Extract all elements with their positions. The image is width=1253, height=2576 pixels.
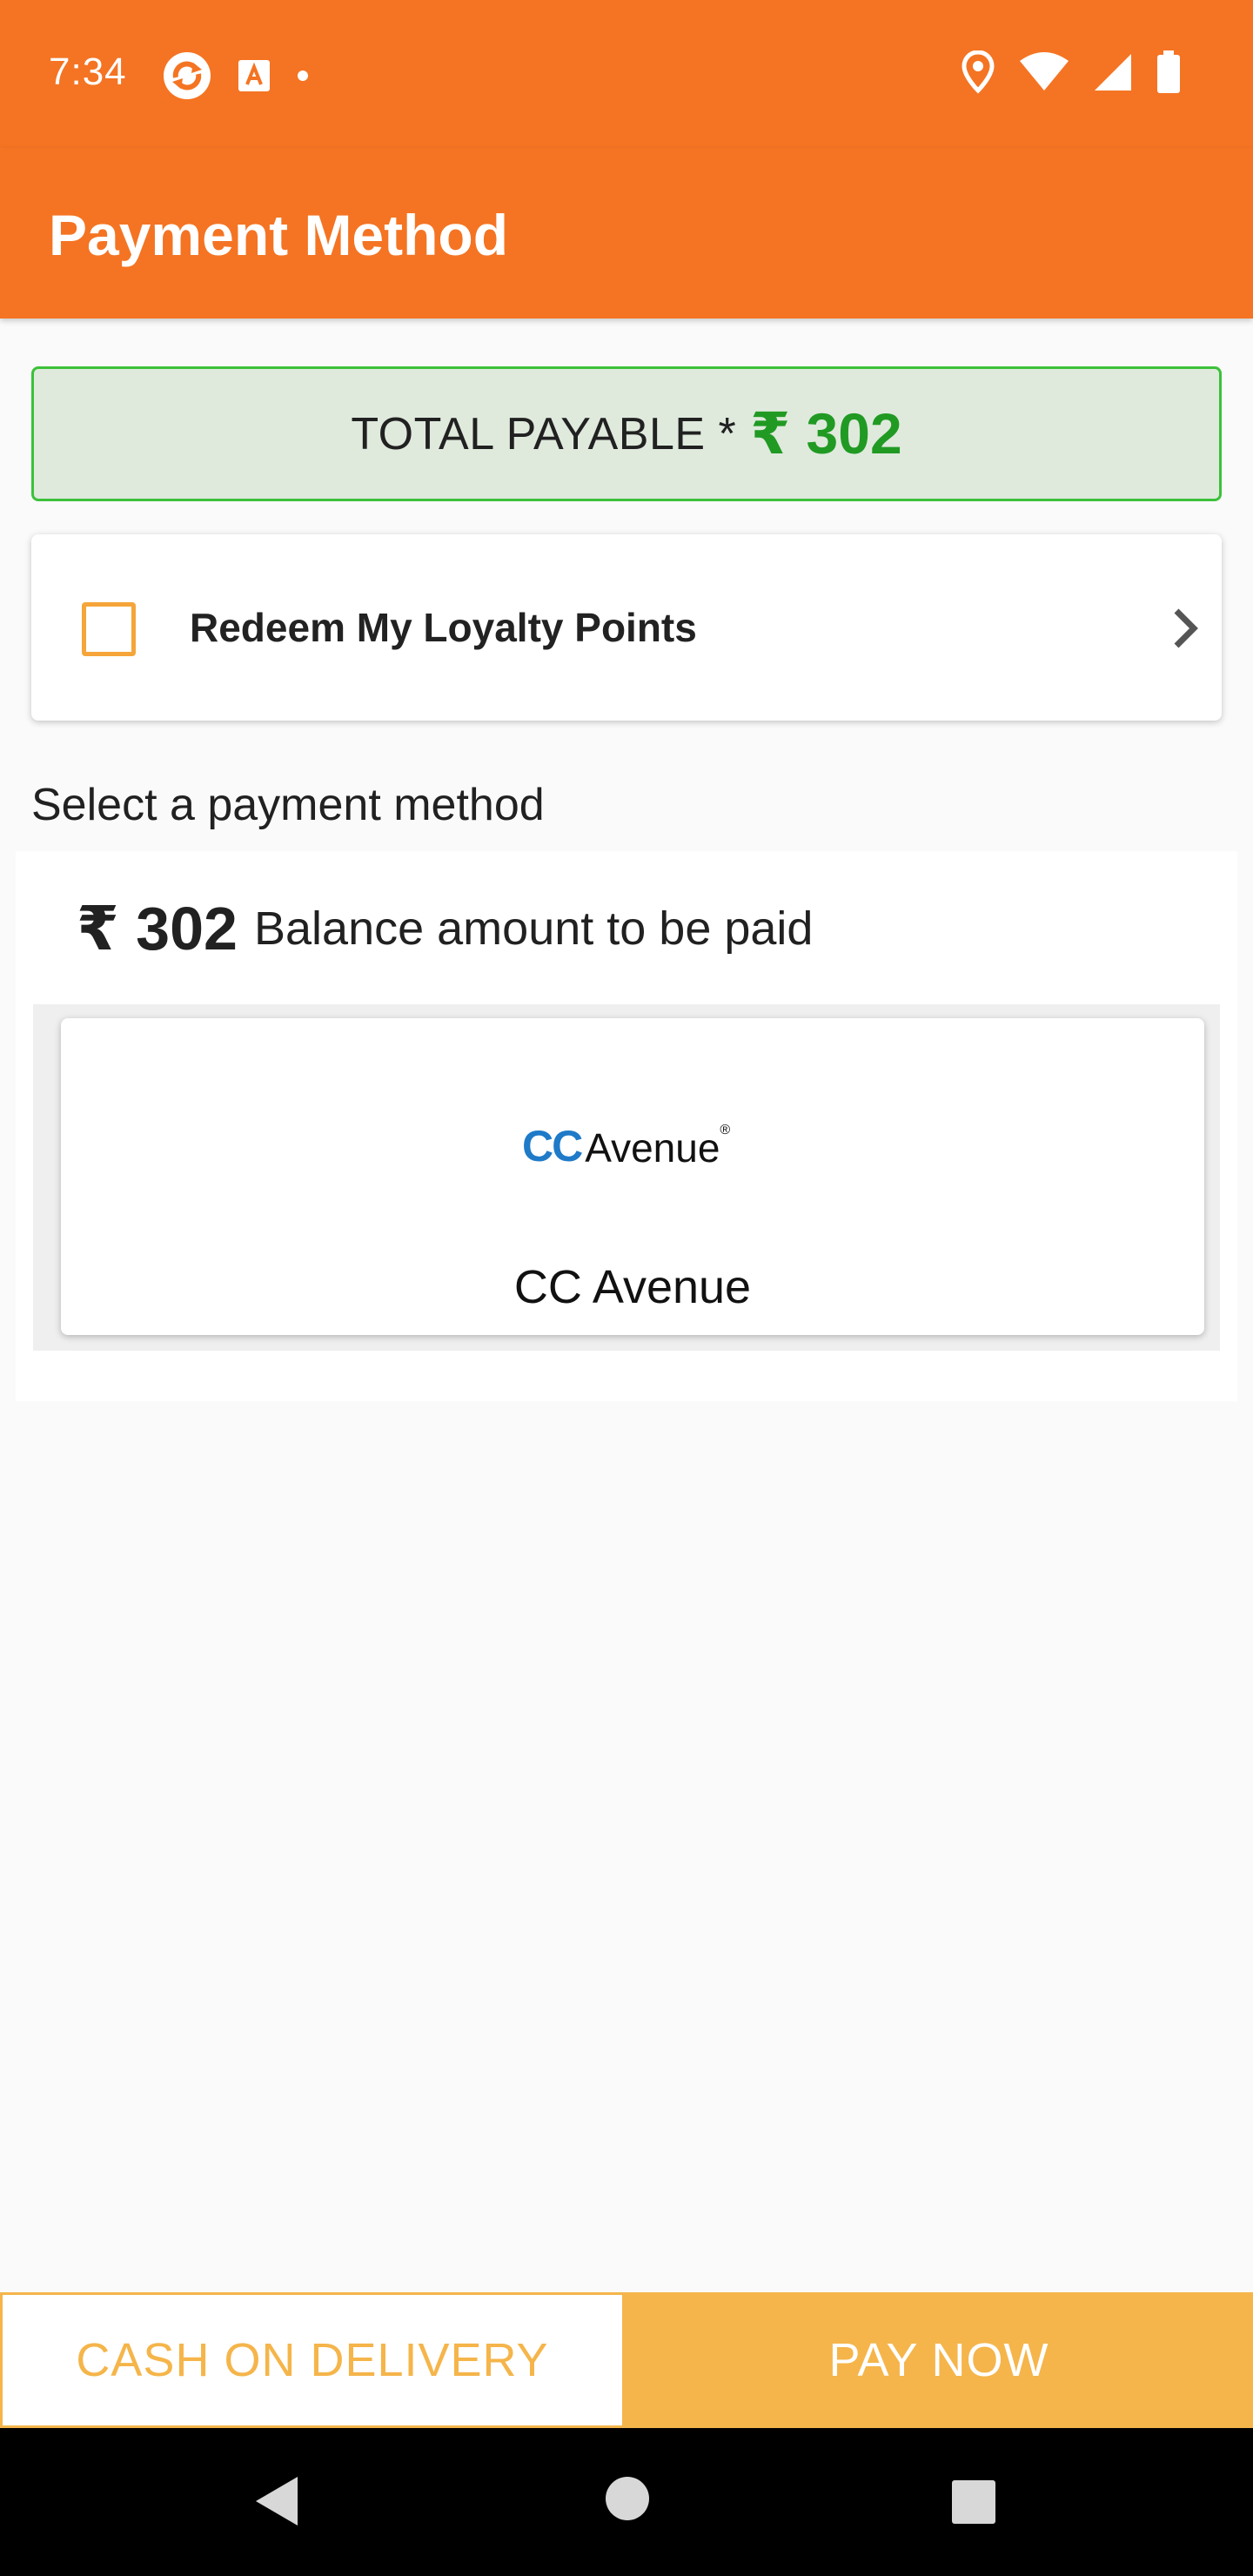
payment-methods-list: CC Avenue ® CC Avenue — [33, 1004, 1220, 1351]
home-icon[interactable] — [604, 2475, 651, 2526]
loyalty-label: Redeem My Loyalty Points — [190, 605, 697, 650]
wifi-icon — [1018, 52, 1070, 97]
cc-avenue-label: CC Avenue — [513, 1261, 752, 1313]
app-bar: Payment Method — [0, 148, 1253, 319]
cc-avenue-option[interactable]: CC Avenue ® CC Avenue — [61, 1018, 1204, 1335]
payment-panel: ₹ 302 Balance amount to be paid CC Avenu… — [16, 851, 1237, 1401]
status-bar: 7:34 — [0, 0, 1253, 148]
total-payable-box: TOTAL PAYABLE * ₹ 302 — [31, 366, 1222, 501]
total-payable-amount: ₹ 302 — [750, 401, 902, 466]
status-icons-right — [961, 50, 1182, 98]
translate-icon — [237, 58, 271, 97]
signal-icon — [1093, 52, 1133, 97]
sync-icon — [162, 50, 212, 105]
status-icons-left — [162, 50, 310, 105]
location-icon — [961, 50, 995, 98]
redeem-loyalty-card[interactable]: Redeem My Loyalty Points — [31, 534, 1222, 721]
back-icon[interactable] — [252, 2473, 301, 2533]
select-payment-label: Select a payment method — [31, 780, 545, 830]
battery-icon — [1156, 50, 1182, 98]
status-time: 7:34 — [49, 50, 127, 93]
cash-on-delivery-button[interactable]: CASH ON DELIVERY — [0, 2292, 625, 2428]
balance-amount: ₹ 302 — [77, 895, 238, 963]
recents-icon[interactable] — [950, 2479, 997, 2530]
loyalty-checkbox[interactable] — [82, 602, 136, 656]
page-title: Payment Method — [49, 203, 509, 267]
system-nav-bar — [0, 2428, 1253, 2576]
pay-now-button[interactable]: PAY NOW — [625, 2292, 1253, 2428]
total-payable-label: TOTAL PAYABLE * — [351, 408, 737, 460]
balance-text: Balance amount to be paid — [254, 902, 814, 955]
cc-avenue-logo: CC Avenue ® — [522, 1122, 731, 1171]
dot-icon — [296, 69, 310, 87]
chevron-right-icon — [1169, 604, 1201, 657]
bottom-action-bar: CASH ON DELIVERY PAY NOW — [0, 2292, 1253, 2428]
